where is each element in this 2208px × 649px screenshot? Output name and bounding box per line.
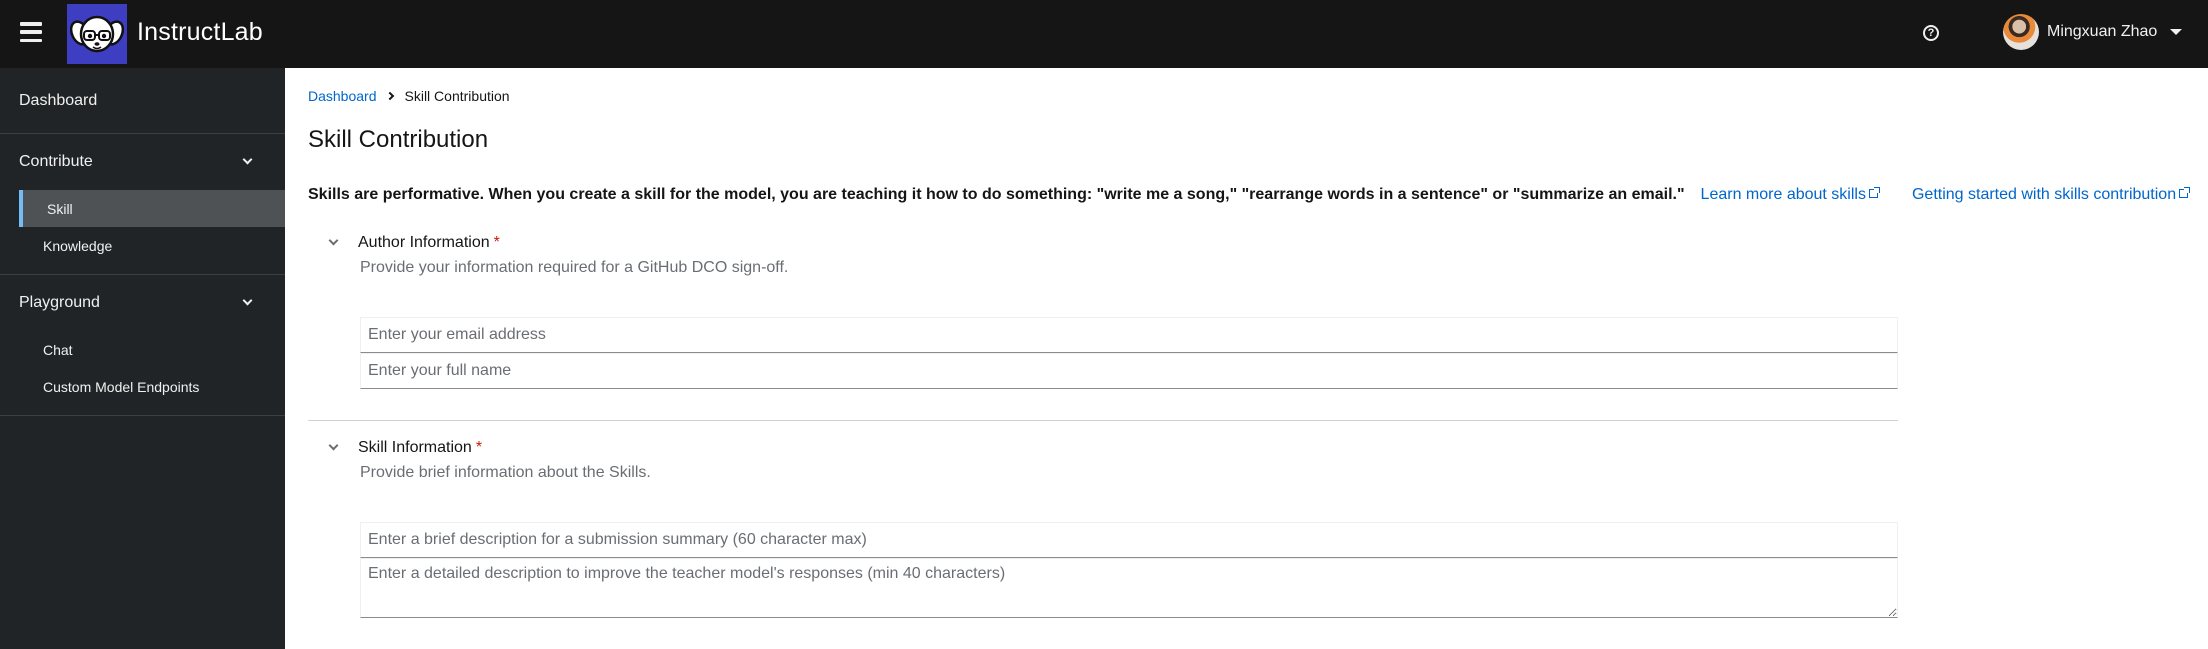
section-title[interactable]: Skill Information * <box>358 439 482 457</box>
sidebar-group-playground[interactable]: Playground <box>0 275 285 331</box>
sidebar-item-label: Dashboard <box>19 91 98 109</box>
skill-information-section: Skill Information * Provide brief informa… <box>308 436 1898 618</box>
avatar <box>2003 14 2039 50</box>
sidebar-group-label: Contribute <box>19 153 93 170</box>
sidebar-item-label: Chat <box>43 341 73 358</box>
dog-logo-icon <box>70 15 124 53</box>
user-name: Mingxuan Zhao <box>2047 23 2158 40</box>
section-header: Author Information * <box>308 231 1898 255</box>
section-description: Provide your information required for a … <box>360 259 789 276</box>
main-content: Dashboard Skill Contribution Skill Contr… <box>285 68 2208 649</box>
hamburger-menu-icon[interactable] <box>20 22 42 42</box>
sidebar-group-contribute[interactable]: Contribute <box>0 134 285 190</box>
sidebar-group-label: Playground <box>19 294 100 311</box>
chevron-down-icon <box>242 295 253 306</box>
author-information-section: Author Information * Provide your informa… <box>308 231 1898 389</box>
breadcrumb-current: Skill Contribution <box>404 88 510 104</box>
required-asterisk: * <box>475 439 483 456</box>
chevron-down-icon[interactable] <box>328 235 339 246</box>
instructlab-logo[interactable] <box>67 4 127 64</box>
external-link-icon <box>2179 186 2191 198</box>
chevron-down-icon <box>242 154 253 165</box>
learn-more-skills-link[interactable]: Learn more about skills <box>1700 186 1880 204</box>
masthead: InstructLab ? Mingxuan Zhao <box>0 0 2208 68</box>
sidebar-item-label: Custom Model Endpoints <box>43 378 200 395</box>
section-title-text: Skill Information <box>358 439 472 456</box>
breadcrumb: Dashboard Skill Contribution <box>308 88 510 104</box>
sidebar-divider <box>0 415 285 416</box>
sidebar-item-knowledge[interactable]: Knowledge <box>0 227 285 264</box>
external-link-icon <box>1868 186 1880 198</box>
sidebar-nav: Dashboard Contribute Skill Knowledge Pla… <box>0 68 285 649</box>
section-title[interactable]: Author Information * <box>358 234 500 252</box>
link-label: Learn more about skills <box>1700 186 1866 203</box>
section-title-text: Author Information <box>358 234 490 251</box>
skill-fields <box>360 522 1898 618</box>
link-label: Getting started with skills contribution <box>1911 186 2177 203</box>
page-title: Skill Contribution <box>308 126 489 153</box>
sidebar-item-dashboard[interactable]: Dashboard <box>0 68 285 133</box>
sidebar-item-label: Knowledge <box>43 237 113 254</box>
playground-subnav: Chat Custom Model Endpoints <box>0 331 285 415</box>
sidebar-item-label: Skill <box>47 200 73 217</box>
full-name-input[interactable] <box>360 353 1898 389</box>
chevron-down-icon[interactable] <box>328 440 339 451</box>
submission-summary-input[interactable] <box>360 522 1898 558</box>
caret-down-icon <box>2170 29 2183 35</box>
author-fields <box>360 317 1898 389</box>
detailed-description-textarea[interactable] <box>360 558 1898 618</box>
section-divider <box>308 420 1898 421</box>
contribute-subnav: Skill Knowledge <box>0 190 285 274</box>
section-description: Provide brief information about the Skil… <box>360 464 651 481</box>
sidebar-item-skill[interactable]: Skill <box>19 190 285 227</box>
getting-started-link[interactable]: Getting started with skills contribution <box>1911 186 2191 204</box>
chevron-right-icon <box>385 91 394 101</box>
user-menu-toggle[interactable]: Mingxuan Zhao <box>2003 14 2183 50</box>
intro-text: Skills are performative. When you create… <box>308 186 1685 203</box>
sidebar-item-chat[interactable]: Chat <box>0 331 285 368</box>
brand-name[interactable]: InstructLab <box>137 18 263 47</box>
email-input[interactable] <box>360 317 1898 353</box>
intro-row: Skills are performative. When you create… <box>308 186 2191 204</box>
section-header: Skill Information * <box>308 436 1898 460</box>
required-asterisk: * <box>493 234 500 251</box>
breadcrumb-dashboard-link[interactable]: Dashboard <box>308 88 377 104</box>
sidebar-item-custom-model-endpoints[interactable]: Custom Model Endpoints <box>0 368 285 405</box>
help-icon[interactable]: ? <box>1923 25 1939 41</box>
